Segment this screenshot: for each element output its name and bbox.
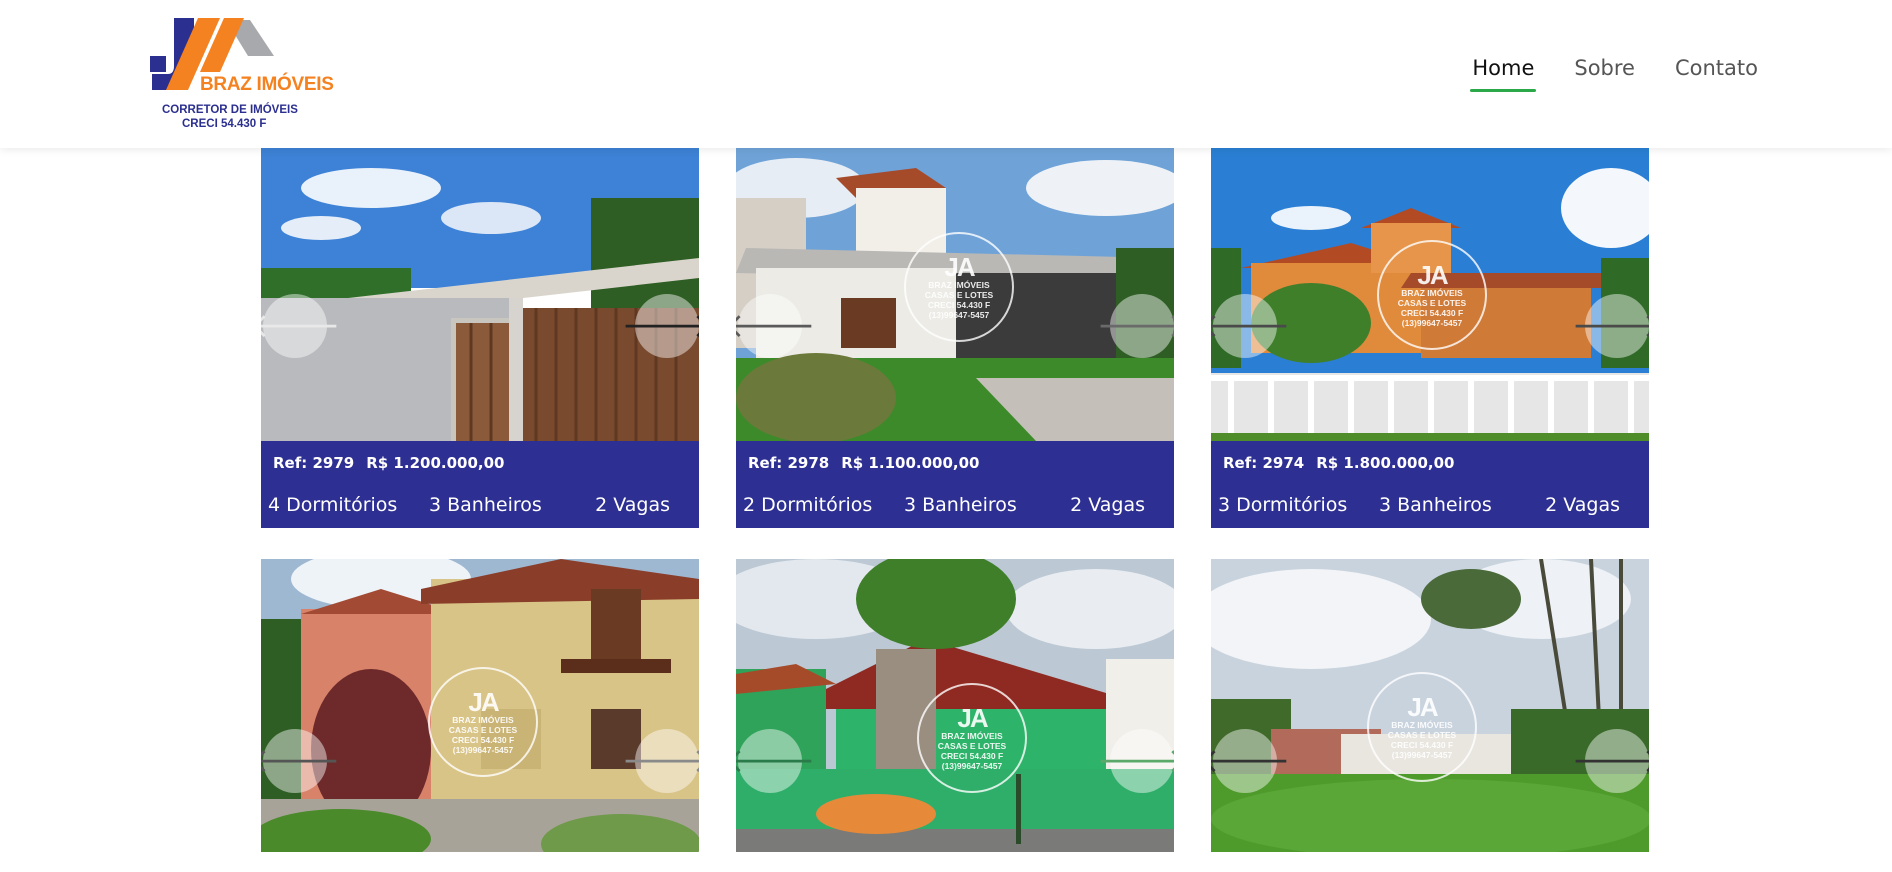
arrow-left-icon: 🡐	[1211, 306, 1291, 346]
listing-photo[interactable]: JA BRAZ IMÓVEIS CASAS E LOTES CRECI 54.4…	[1211, 559, 1649, 852]
logo[interactable]: BRAZ IMÓVEIS CORRETOR DE IMÓVEIS CRECI 5…	[148, 16, 334, 134]
watermark-name: BRAZ IMÓVEIS	[452, 715, 514, 725]
carousel-next-button[interactable]: 🡒	[1571, 294, 1649, 358]
listing-ref-price: Ref: 2978 R$ 1.100.000,00	[748, 454, 979, 472]
listing-bedrooms: 3 Dormitórios	[1218, 494, 1348, 516]
watermark-name: BRAZ IMÓVEIS	[928, 280, 990, 290]
carousel-prev-button[interactable]: 🡐	[1211, 729, 1291, 793]
listing-photo[interactable]: JA BRAZ IMÓVEIS CASAS E LOTES CRECI 54.4…	[261, 559, 699, 852]
listing-bathrooms: 3 Banheiros	[429, 494, 542, 516]
arrow-left-icon: 🡐	[736, 306, 816, 346]
nav-sobre[interactable]: Sobre	[1574, 56, 1635, 92]
arrow-right-icon: 🡒	[1096, 306, 1174, 346]
listing-info: Ref: 2979 R$ 1.200.000,00 4 Dormitórios 3…	[261, 441, 699, 528]
logo-subtitle: CORRETOR DE IMÓVEIS	[162, 104, 298, 116]
nav-home[interactable]: Home	[1470, 56, 1537, 92]
listing-price: R$ 1.800.000,00	[1316, 454, 1455, 472]
watermark-tagline: CASAS E LOTES	[448, 725, 518, 735]
watermark-creci: CRECI 54.430 F	[927, 300, 991, 310]
arrow-left-icon: 🡐	[261, 741, 341, 781]
listing-bathrooms: 3 Banheiros	[1379, 494, 1492, 516]
watermark-logo-icon: JA	[944, 252, 975, 282]
arrow-right-icon: 🡒	[621, 306, 699, 346]
watermark-phone: (13)99647-5457	[1391, 750, 1453, 760]
watermark-name: BRAZ IMÓVEIS	[1391, 720, 1453, 730]
logo-brand-name: BRAZ IMÓVEIS	[200, 74, 334, 95]
carousel-prev-button[interactable]: 🡐	[736, 729, 816, 793]
listing-photo[interactable]: 🡐 🡒	[261, 148, 699, 441]
listing-ref: Ref: 2978	[748, 454, 830, 472]
watermark-creci: CRECI 54.430 F	[451, 735, 515, 745]
logo-creci: CRECI 54.430 F	[182, 118, 267, 130]
carousel-prev-button[interactable]: 🡐	[736, 294, 816, 358]
watermark-creci: CRECI 54.430 F	[1390, 740, 1454, 750]
carousel-next-button[interactable]: 🡒	[1571, 729, 1649, 793]
arrow-right-icon: 🡒	[1571, 741, 1649, 781]
nav-contato[interactable]: Contato	[1675, 56, 1758, 92]
listing-bedrooms: 4 Dormitórios	[268, 494, 398, 516]
watermark-phone: (13)99647-5457	[1401, 318, 1463, 328]
listing-card[interactable]: 🡐 🡒 Ref: 2979 R$ 1.200.000,00 4 Dormitóri…	[261, 148, 699, 528]
watermark-logo-icon: JA	[1417, 260, 1448, 290]
watermark-creci: CRECI 54.430 F	[940, 751, 1004, 761]
listing-bedrooms: 2 Dormitórios	[743, 494, 873, 516]
watermark-tagline: CASAS E LOTES	[924, 290, 994, 300]
listing-parking: 2 Vagas	[595, 494, 670, 516]
carousel-next-button[interactable]: 🡒	[621, 729, 699, 793]
listing-ref: Ref: 2979	[273, 454, 355, 472]
listing-photo[interactable]: JA BRAZ IMÓVEIS CASAS E LOTES CRECI 54.4…	[736, 148, 1174, 441]
carousel-next-button[interactable]: 🡒	[621, 294, 699, 358]
listing-card[interactable]: JA BRAZ IMÓVEIS CASAS E LOTES CRECI 54.4…	[736, 559, 1174, 852]
watermark: JA BRAZ IMÓVEIS CASAS E LOTES CRECI 54.4…	[428, 667, 538, 777]
listing-photo[interactable]: JA BRAZ IMÓVEIS CASAS E LOTES CRECI 54.4…	[736, 559, 1174, 852]
listing-info: Ref: 2978 R$ 1.100.000,00 2 Dormitórios 3…	[736, 441, 1174, 528]
watermark-creci: CRECI 54.430 F	[1400, 308, 1464, 318]
arrow-left-icon: 🡐	[736, 741, 816, 781]
carousel-prev-button[interactable]: 🡐	[1211, 294, 1291, 358]
carousel-next-button[interactable]: 🡒	[1096, 294, 1174, 358]
watermark-tagline: CASAS E LOTES	[1397, 298, 1467, 308]
listing-ref: Ref: 2974	[1223, 454, 1305, 472]
watermark-phone: (13)99647-5457	[941, 761, 1003, 771]
watermark-logo-icon: JA	[1407, 692, 1438, 722]
listing-price: R$ 1.200.000,00	[366, 454, 505, 472]
listing-card[interactable]: JA BRAZ IMÓVEIS CASAS E LOTES CRECI 54.4…	[1211, 148, 1649, 528]
carousel-prev-button[interactable]: 🡐	[261, 729, 341, 793]
watermark-tagline: CASAS E LOTES	[937, 741, 1007, 751]
listing-parking: 2 Vagas	[1070, 494, 1145, 516]
watermark-logo-icon: JA	[957, 703, 988, 733]
watermark: JA BRAZ IMÓVEIS CASAS E LOTES CRECI 54.4…	[1367, 672, 1477, 782]
watermark: JA BRAZ IMÓVEIS CASAS E LOTES CRECI 54.4…	[1377, 240, 1487, 350]
listing-card[interactable]: JA BRAZ IMÓVEIS CASAS E LOTES CRECI 54.4…	[261, 559, 699, 852]
listing-parking: 2 Vagas	[1545, 494, 1620, 516]
arrow-left-icon: 🡐	[1211, 741, 1291, 781]
listing-ref-price: Ref: 2974 R$ 1.800.000,00	[1223, 454, 1454, 472]
watermark-name: BRAZ IMÓVEIS	[941, 731, 1003, 741]
listing-info: Ref: 2974 R$ 1.800.000,00 3 Dormitórios 3…	[1211, 441, 1649, 528]
listing-card[interactable]: JA BRAZ IMÓVEIS CASAS E LOTES CRECI 54.4…	[1211, 559, 1649, 852]
carousel-prev-button[interactable]: 🡐	[261, 294, 341, 358]
arrow-right-icon: 🡒	[621, 741, 699, 781]
listing-price: R$ 1.100.000,00	[841, 454, 980, 472]
listing-card[interactable]: JA BRAZ IMÓVEIS CASAS E LOTES CRECI 54.4…	[736, 148, 1174, 528]
site-header: BRAZ IMÓVEIS CORRETOR DE IMÓVEIS CRECI 5…	[0, 0, 1892, 148]
listing-bathrooms: 3 Banheiros	[904, 494, 1017, 516]
watermark-logo-icon: JA	[468, 687, 499, 717]
watermark-tagline: CASAS E LOTES	[1387, 730, 1457, 740]
watermark-name: BRAZ IMÓVEIS	[1401, 288, 1463, 298]
house-photo	[261, 148, 699, 441]
listing-ref-price: Ref: 2979 R$ 1.200.000,00	[273, 454, 504, 472]
watermark-phone: (13)99647-5457	[928, 310, 990, 320]
carousel-next-button[interactable]: 🡒	[1096, 729, 1174, 793]
arrow-right-icon: 🡒	[1096, 741, 1174, 781]
main-nav: Home Sobre Contato	[1470, 56, 1758, 92]
watermark: JA BRAZ IMÓVEIS CASAS E LOTES CRECI 54.4…	[917, 683, 1027, 793]
watermark-phone: (13)99647-5457	[452, 745, 514, 755]
watermark: JA BRAZ IMÓVEIS CASAS E LOTES CRECI 54.4…	[904, 232, 1014, 342]
arrow-right-icon: 🡒	[1571, 306, 1649, 346]
listing-photo[interactable]: JA BRAZ IMÓVEIS CASAS E LOTES CRECI 54.4…	[1211, 148, 1649, 441]
arrow-left-icon: 🡐	[261, 306, 341, 346]
